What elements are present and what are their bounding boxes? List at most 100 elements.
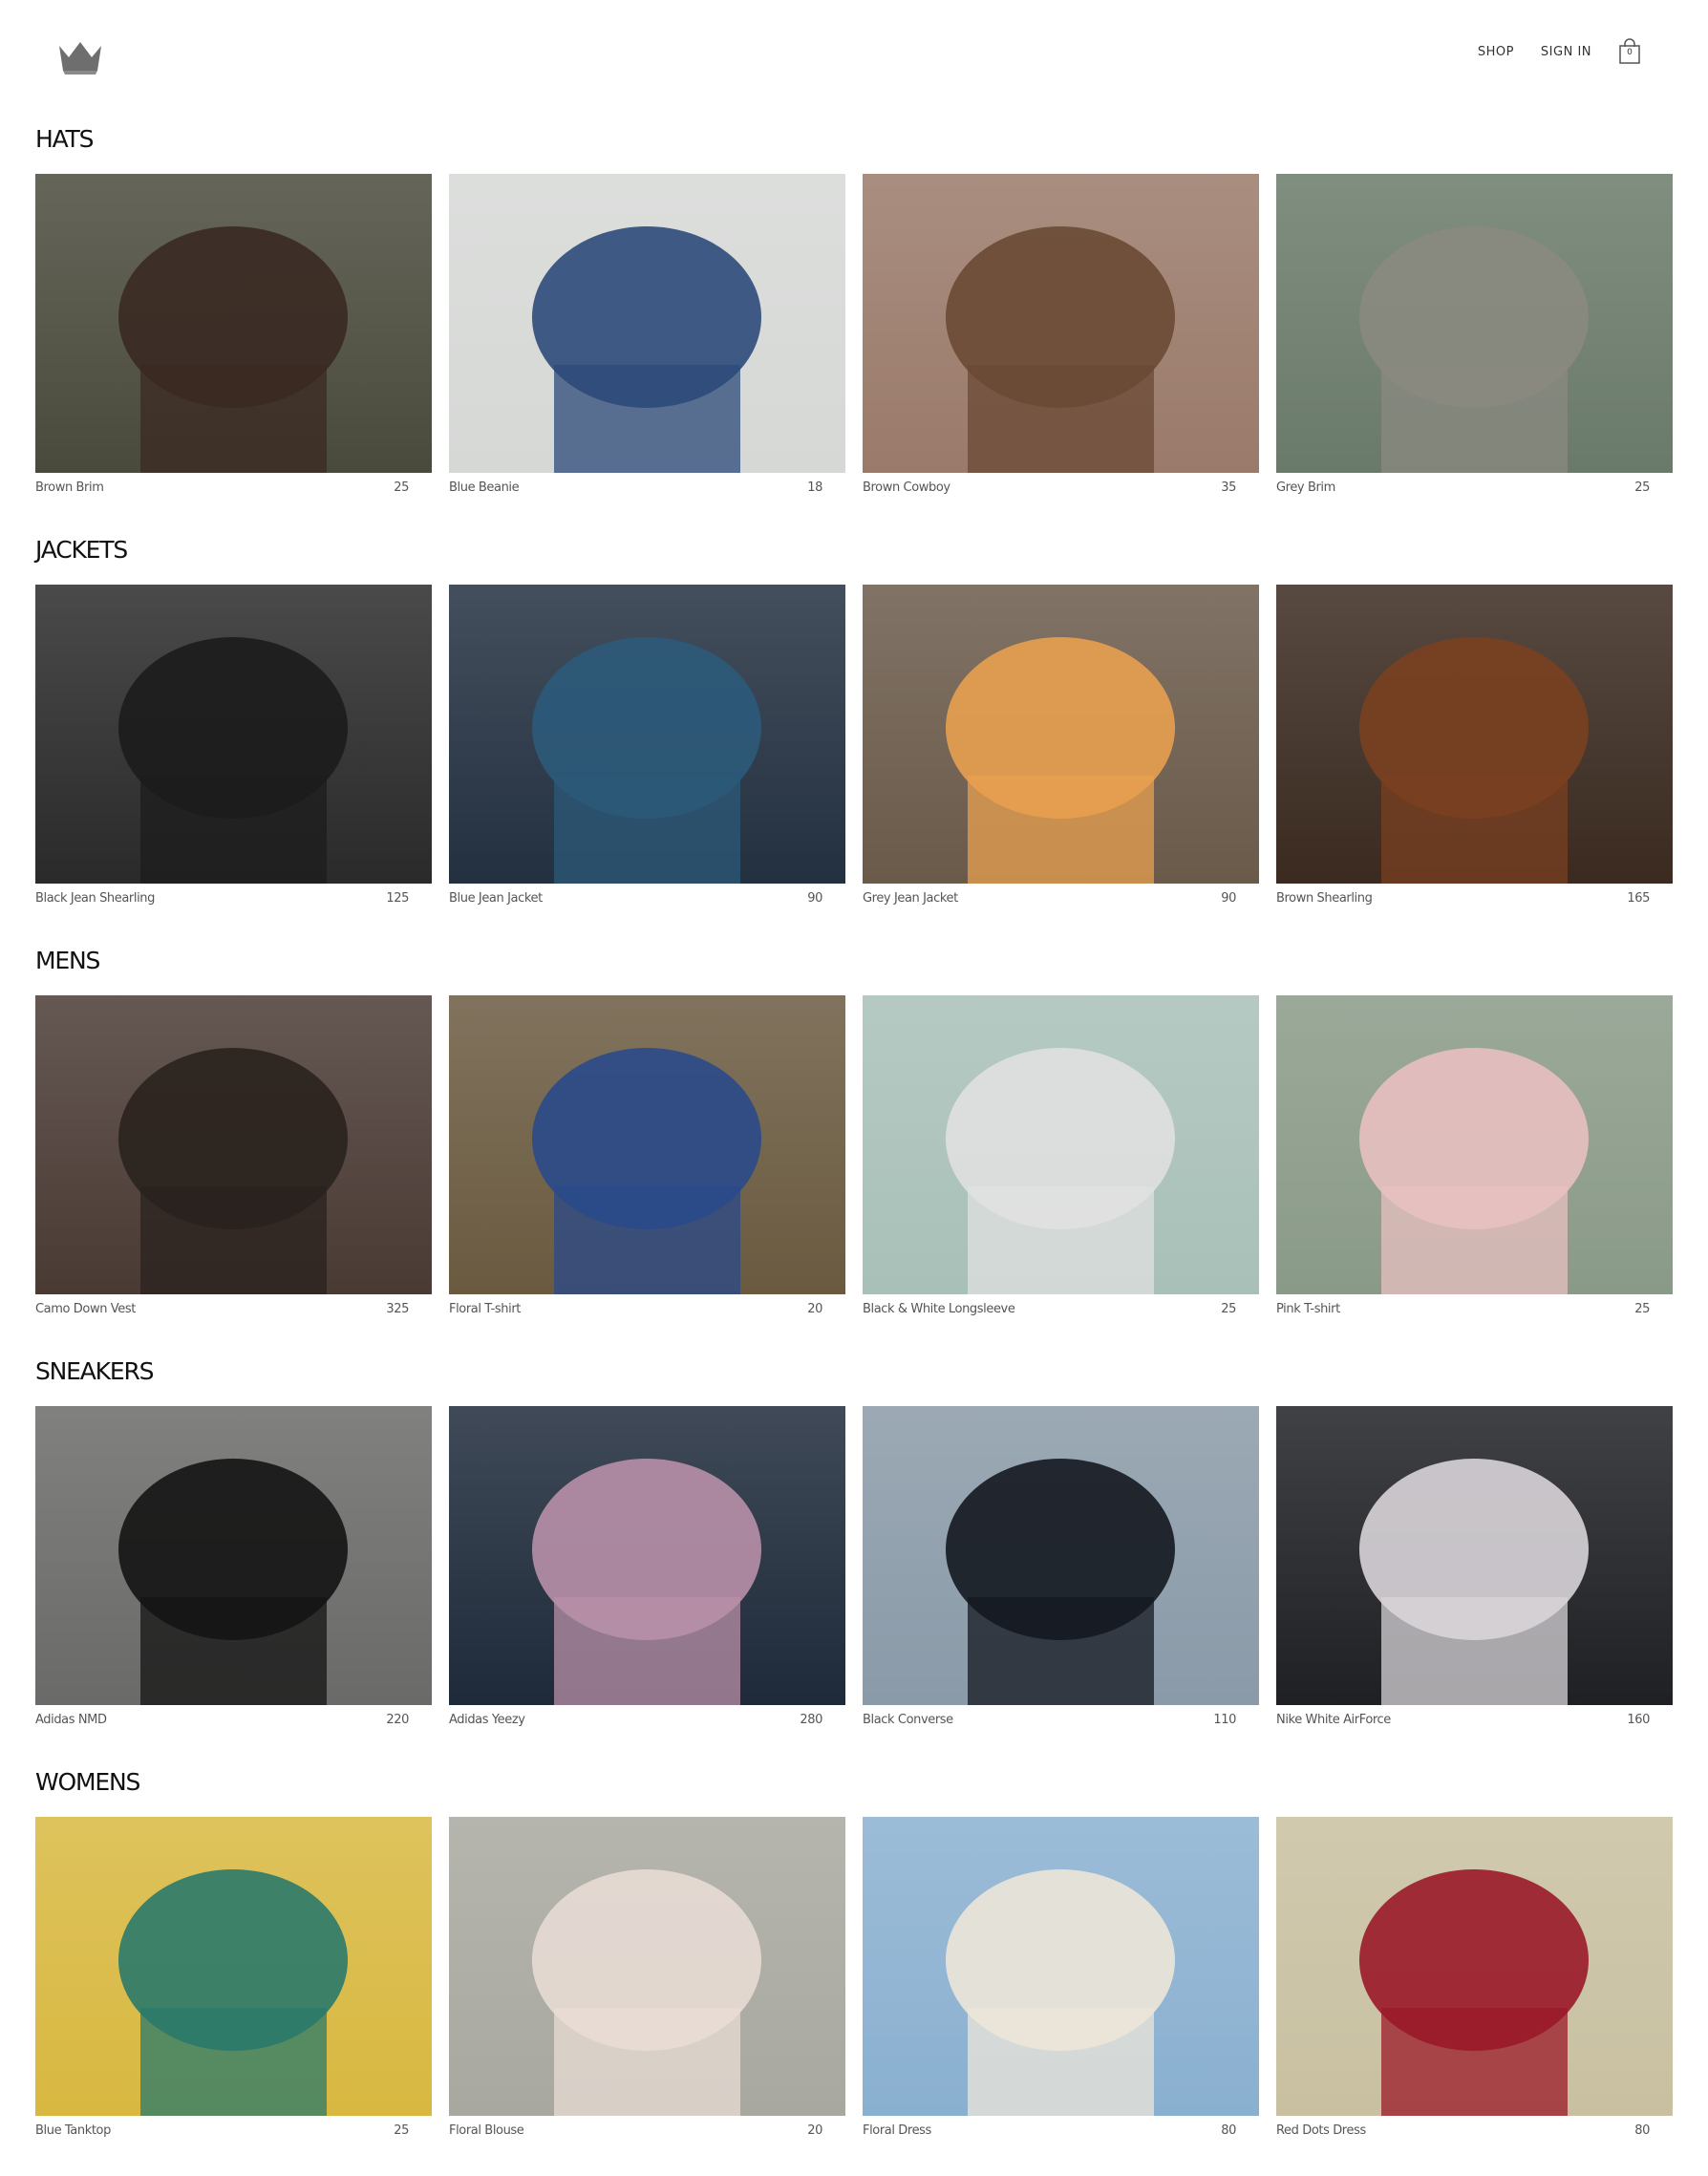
product-image[interactable] (1276, 1817, 1673, 2116)
product-card[interactable]: Floral T-shirt 20 (449, 995, 845, 1316)
product-price: 110 (1213, 1713, 1236, 1727)
product-card[interactable]: Red Dots Dress 80 (1276, 1817, 1673, 2138)
product-price: 25 (1221, 1302, 1236, 1316)
product-meta: Black Jean Shearling 125 (35, 884, 432, 906)
product-name: Floral Dress (863, 2123, 931, 2138)
site-header: SHOP SIGN IN 0 (0, 0, 1708, 96)
product-name: Blue Beanie (449, 480, 520, 495)
product-image[interactable] (35, 995, 432, 1294)
product-card[interactable]: Brown Cowboy 35 (863, 174, 1259, 495)
product-card[interactable]: Adidas Yeezy 280 (449, 1406, 845, 1727)
product-image[interactable] (1276, 585, 1673, 884)
product-image[interactable] (863, 174, 1259, 473)
product-card[interactable]: Blue Jean Jacket 90 (449, 585, 845, 906)
product-image[interactable] (35, 585, 432, 884)
product-image[interactable] (863, 585, 1259, 884)
product-price: 165 (1627, 891, 1650, 906)
collection-title[interactable]: MENS (35, 944, 1673, 995)
product-image[interactable] (863, 1817, 1259, 2116)
collection-title[interactable]: SNEAKERS (35, 1355, 1673, 1406)
product-name: Brown Cowboy (863, 480, 950, 495)
collection-title[interactable]: HATS (35, 122, 1673, 174)
product-card[interactable]: Blue Beanie 18 (449, 174, 845, 495)
product-name: Black Jean Shearling (35, 891, 155, 906)
product-card[interactable]: Grey Jean Jacket 90 (863, 585, 1259, 906)
product-price: 90 (1221, 891, 1236, 906)
crown-icon[interactable] (55, 36, 105, 78)
collection-section-hats: HATS Brown Brim 25 Blue Beanie 18 Brown … (35, 122, 1673, 533)
product-name: Camo Down Vest (35, 1302, 136, 1316)
cart-item-count: 0 (1627, 48, 1633, 57)
product-price: 160 (1627, 1713, 1650, 1727)
product-meta: Brown Cowboy 35 (863, 473, 1259, 495)
product-name: Floral Blouse (449, 2123, 524, 2138)
product-meta: Brown Brim 25 (35, 473, 432, 495)
product-image[interactable] (449, 174, 845, 473)
product-grid: Brown Brim 25 Blue Beanie 18 Brown Cowboy 3… (35, 174, 1673, 495)
product-price: 280 (800, 1713, 822, 1727)
product-price: 18 (807, 480, 822, 495)
product-card[interactable]: Brown Brim 25 (35, 174, 432, 495)
product-price: 25 (394, 480, 409, 495)
product-name: Adidas NMD (35, 1713, 107, 1727)
product-name: Black Converse (863, 1713, 953, 1727)
product-name: Floral T-shirt (449, 1302, 522, 1316)
product-price: 90 (807, 891, 822, 906)
product-name: Grey Brim (1276, 480, 1335, 495)
product-image[interactable] (863, 995, 1259, 1294)
product-card[interactable]: Pink T-shirt 25 (1276, 995, 1673, 1316)
product-name: Adidas Yeezy (449, 1713, 525, 1727)
product-grid: Camo Down Vest 325 Floral T-shirt 20 Black… (35, 995, 1673, 1316)
product-price: 125 (386, 891, 409, 906)
collections-overview: HATS Brown Brim 25 Blue Beanie 18 Brown … (35, 122, 1673, 2176)
collection-title[interactable]: WOMENS (35, 1765, 1673, 1817)
product-name: Blue Jean Jacket (449, 891, 543, 906)
product-card[interactable]: Black & White Longsleeve 25 (863, 995, 1259, 1316)
product-card[interactable]: Floral Blouse 20 (449, 1817, 845, 2138)
product-card[interactable]: Black Converse 110 (863, 1406, 1259, 1727)
product-price: 25 (1634, 480, 1650, 495)
product-card[interactable]: Grey Brim 25 (1276, 174, 1673, 495)
product-meta: Blue Jean Jacket 90 (449, 884, 845, 906)
nav-shop-link[interactable]: SHOP (1478, 45, 1514, 59)
product-image[interactable] (449, 585, 845, 884)
product-image[interactable] (35, 174, 432, 473)
product-card[interactable]: Nike White AirForce 160 (1276, 1406, 1673, 1727)
product-price: 25 (394, 2123, 409, 2138)
collection-section-womens: WOMENS Blue Tanktop 25 Floral Blouse 20 (35, 1765, 1673, 2176)
main-nav: SHOP SIGN IN 0 (1478, 38, 1641, 65)
product-image[interactable] (1276, 995, 1673, 1294)
product-price: 325 (386, 1302, 409, 1316)
product-card[interactable]: Floral Dress 80 (863, 1817, 1259, 2138)
product-name: Blue Tanktop (35, 2123, 111, 2138)
product-price: 20 (807, 1302, 822, 1316)
collection-section-sneakers: SNEAKERS Adidas NMD 220 Adidas Yeezy 280 (35, 1355, 1673, 1765)
product-image[interactable] (449, 1406, 845, 1705)
product-card[interactable]: Adidas NMD 220 (35, 1406, 432, 1727)
product-meta: Blue Beanie 18 (449, 473, 845, 495)
product-meta: Black & White Longsleeve 25 (863, 1294, 1259, 1316)
product-price: 20 (807, 2123, 822, 2138)
shopping-bag-icon[interactable]: 0 (1618, 38, 1641, 65)
product-meta: Brown Shearling 165 (1276, 884, 1673, 906)
product-meta: Grey Jean Jacket 90 (863, 884, 1259, 906)
product-card[interactable]: Black Jean Shearling 125 (35, 585, 432, 906)
product-image[interactable] (35, 1817, 432, 2116)
product-meta: Adidas Yeezy 280 (449, 1705, 845, 1727)
product-image[interactable] (449, 995, 845, 1294)
product-card[interactable]: Camo Down Vest 325 (35, 995, 432, 1316)
product-image[interactable] (1276, 1406, 1673, 1705)
product-image[interactable] (449, 1817, 845, 2116)
product-image[interactable] (1276, 174, 1673, 473)
product-card[interactable]: Blue Tanktop 25 (35, 1817, 432, 2138)
product-meta: Black Converse 110 (863, 1705, 1259, 1727)
nav-sign-in-link[interactable]: SIGN IN (1541, 45, 1591, 59)
product-price: 80 (1634, 2123, 1650, 2138)
product-name: Pink T-shirt (1276, 1302, 1340, 1316)
collection-title[interactable]: JACKETS (35, 533, 1673, 585)
product-image[interactable] (35, 1406, 432, 1705)
collection-section-jackets: JACKETS Black Jean Shearling 125 Blue Jea… (35, 533, 1673, 944)
product-name: Red Dots Dress (1276, 2123, 1366, 2138)
product-image[interactable] (863, 1406, 1259, 1705)
product-card[interactable]: Brown Shearling 165 (1276, 585, 1673, 906)
